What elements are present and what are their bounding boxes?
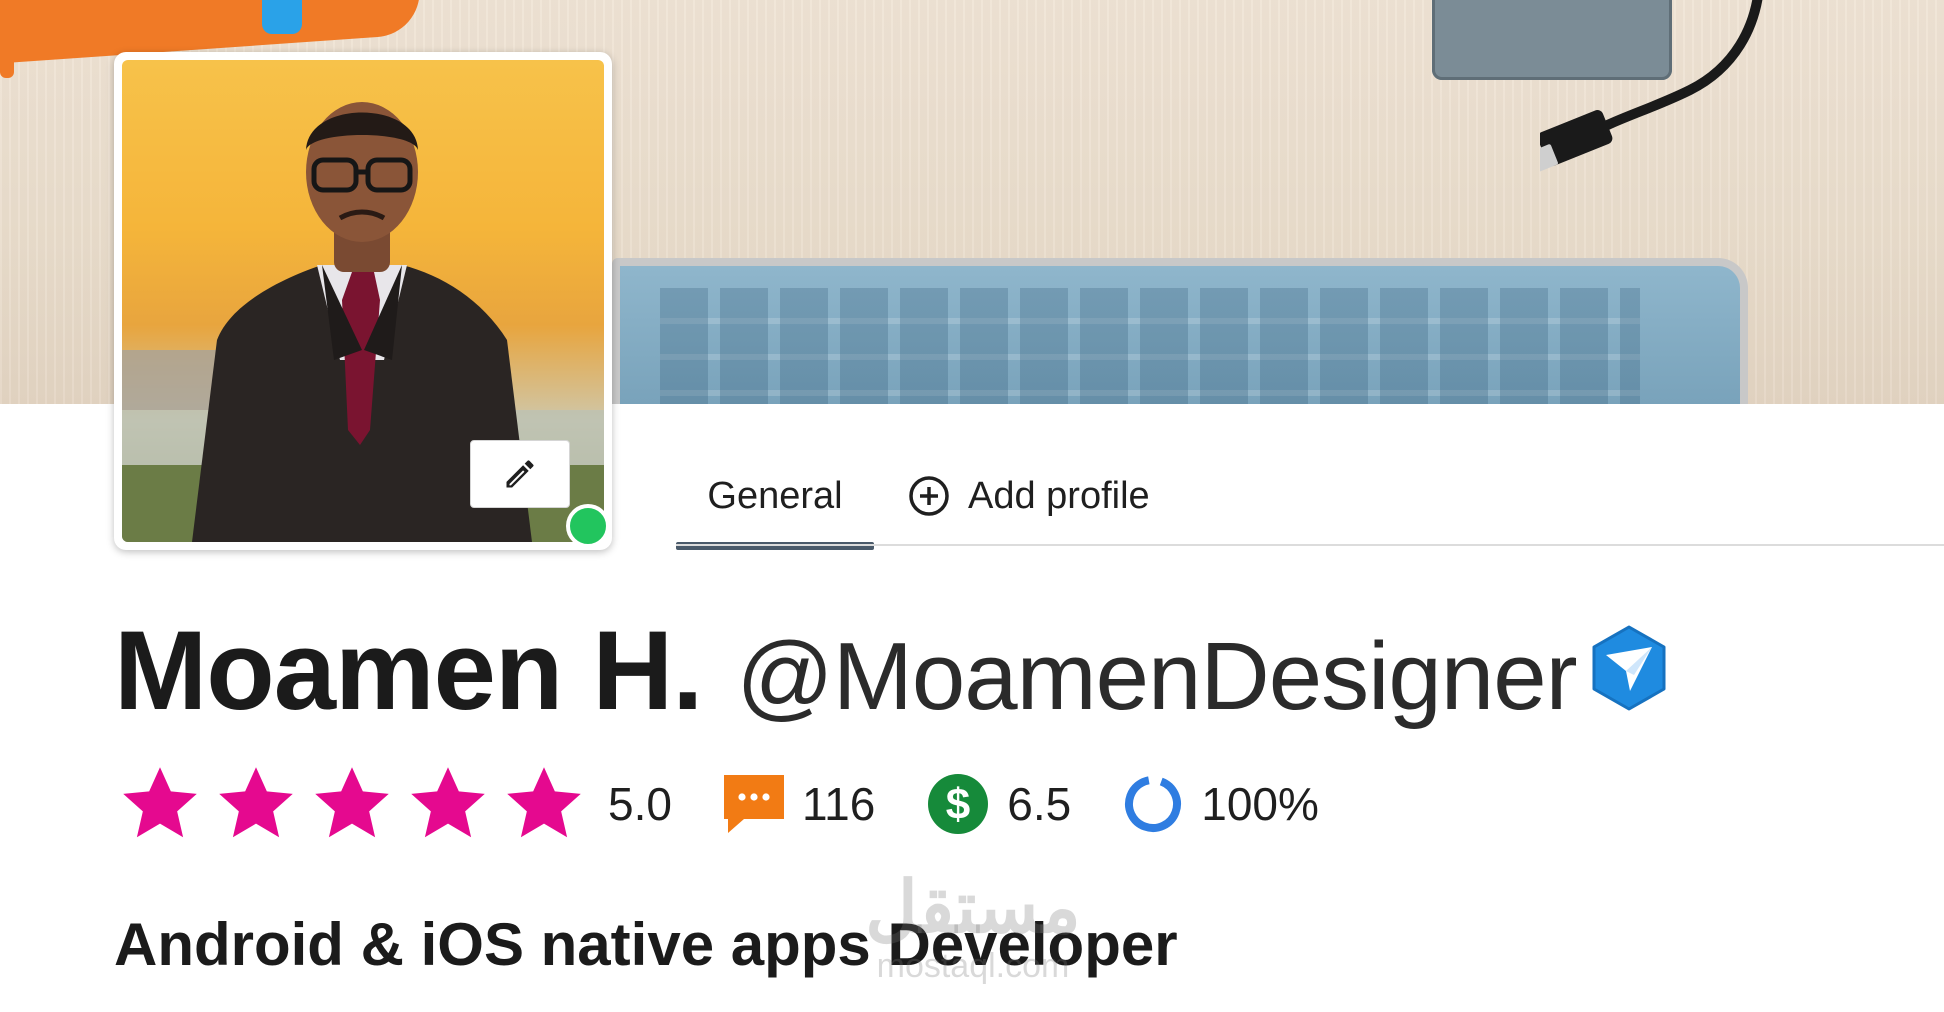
cover-laptop-keys <box>660 288 1640 404</box>
completion-stat: 100% <box>1123 774 1319 834</box>
reviews-count: 116 <box>801 778 876 830</box>
profile-username: @MoamenDesigner <box>736 623 1577 730</box>
tab-general-label: General <box>707 474 843 517</box>
watermark-latin: mostaql.com <box>876 947 1070 985</box>
completion-value: 100% <box>1201 778 1319 830</box>
rating-stars <box>118 762 586 846</box>
plus-circle-icon <box>909 476 949 516</box>
tabs-divider <box>676 544 1944 546</box>
online-status-indicator <box>566 504 610 548</box>
cover-cable-shape <box>1540 0 1763 177</box>
dollar-icon: $ <box>928 774 989 834</box>
profile-stats: 5.0 116 $ 6.5 100% <box>118 762 1319 846</box>
cover-tube-tip <box>0 48 14 78</box>
watermark-logo: مستقل mostaql.com <box>848 868 1098 984</box>
svg-text:$: $ <box>946 780 970 829</box>
verified-badge-icon[interactable] <box>1590 625 1668 711</box>
star-icon <box>411 767 485 838</box>
tab-add-profile[interactable]: Add profile <box>908 448 1150 544</box>
star-icon <box>123 767 197 838</box>
pencil-icon <box>506 460 534 488</box>
profile-name-row: Moamen H. @MoamenDesigner <box>114 606 1578 735</box>
earnings-value: 6.5 <box>1007 778 1072 830</box>
profile-full-name: Moamen H. <box>114 608 703 733</box>
tab-add-profile-label: Add profile <box>968 474 1150 517</box>
star-icon <box>219 767 293 838</box>
profile-tabs: General Add profile <box>676 448 1944 550</box>
tab-general[interactable]: General <box>676 448 874 550</box>
edit-avatar-button[interactable] <box>470 440 570 508</box>
comment-icon <box>723 775 784 833</box>
cover-tube-band <box>262 0 302 34</box>
cover-laptop-shape <box>612 258 1748 404</box>
earnings-stat: $ 6.5 <box>927 773 1071 835</box>
star-icon <box>507 767 581 838</box>
star-icon <box>315 767 389 838</box>
reviews-stat: 116 <box>722 771 875 837</box>
watermark-arabic: مستقل <box>865 868 1081 948</box>
progress-ring-icon <box>1125 776 1182 833</box>
rating-value: 5.0 <box>608 778 672 830</box>
